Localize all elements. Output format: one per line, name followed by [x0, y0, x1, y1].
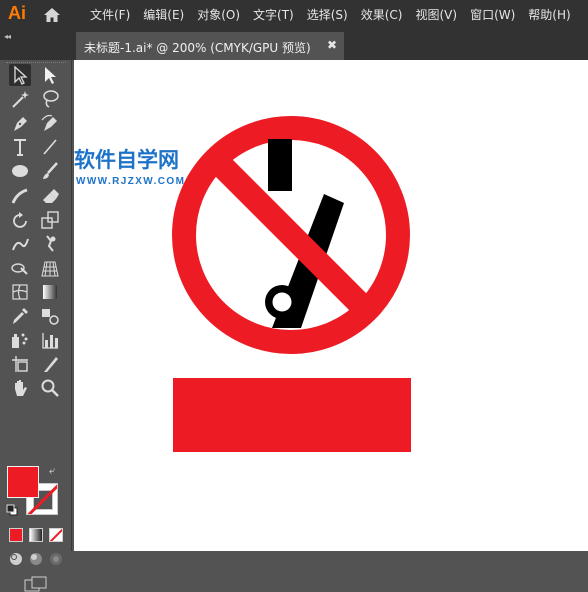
lasso-icon — [43, 90, 59, 108]
perspective-grid-icon — [41, 261, 59, 277]
app-logo: Ai — [8, 3, 26, 23]
menu-type[interactable]: 文字(T) — [253, 0, 294, 30]
symbol-sprayer-icon — [12, 333, 28, 349]
blend-tool[interactable] — [39, 305, 61, 327]
menu-file[interactable]: 文件(F) — [90, 0, 130, 30]
menu-edit[interactable]: 编辑(E) — [143, 0, 184, 30]
pen-tool[interactable] — [9, 112, 31, 134]
watermark-title: 软件自学网 — [74, 148, 179, 172]
direct-selection-tool[interactable] — [39, 64, 61, 86]
ellipse-icon — [12, 165, 28, 178]
menu-help[interactable]: 帮助(H) — [528, 0, 570, 30]
document-tab-bar: ◂◂ 未标题-1.ai* @ 200% (CMYK/GPU 预览) ✖ — [0, 30, 588, 60]
hand-tool[interactable] — [9, 377, 31, 399]
fill-color-swatch[interactable] — [7, 466, 39, 498]
none-mode-button[interactable] — [49, 528, 63, 542]
shape-builder-tool[interactable] — [9, 257, 31, 279]
artboard-tool[interactable] — [9, 353, 31, 375]
scale-icon — [41, 210, 59, 229]
eraser-icon — [43, 188, 59, 203]
blend-icon — [42, 309, 59, 325]
color-mode-button[interactable] — [9, 528, 23, 542]
menu-object[interactable]: 对象(O) — [197, 0, 240, 30]
curvature-icon — [41, 115, 57, 132]
menu-bar: Ai 文件(F) 编辑(E) 对象(O) 文字(T) 选择(S) 效果(C) 视… — [0, 0, 588, 30]
mesh-tool[interactable] — [9, 281, 31, 303]
switch-top-bar[interactable] — [268, 139, 292, 191]
shaper-tool[interactable] — [9, 185, 31, 207]
curvature-tool[interactable] — [39, 112, 61, 134]
scale-tool[interactable] — [39, 209, 61, 231]
selection-tool[interactable] — [9, 64, 31, 86]
eyedropper-icon — [13, 308, 28, 324]
zoom-icon — [41, 379, 59, 398]
menu-window[interactable]: 窗口(W) — [470, 0, 515, 30]
shape-builder-icon — [11, 263, 28, 275]
collapse-panel-icon[interactable]: ◂◂ — [4, 32, 11, 41]
artboard-icon — [12, 356, 28, 373]
default-colors-icon[interactable] — [6, 504, 18, 516]
mesh-icon — [12, 284, 28, 300]
eraser-tool[interactable] — [39, 185, 61, 207]
line-segment-icon — [43, 139, 57, 155]
puppet-warp-tool[interactable] — [39, 233, 61, 255]
magic-wand-icon — [12, 91, 29, 108]
draw-inside-icon[interactable] — [49, 552, 63, 566]
type-icon — [14, 139, 26, 157]
gradient-mode-button[interactable] — [29, 528, 43, 542]
watermark-url: WWW.RJZXW.COM — [76, 176, 186, 187]
gradient-tool[interactable] — [39, 281, 61, 303]
hand-icon — [15, 380, 27, 397]
warp-tool[interactable] — [9, 233, 31, 255]
symbol-sprayer-tool[interactable] — [9, 329, 31, 351]
menu-select[interactable]: 选择(S) — [307, 0, 348, 30]
menu-effect[interactable]: 效果(C) — [361, 0, 403, 30]
screen-mode-icon[interactable] — [24, 576, 48, 592]
slice-icon — [44, 357, 58, 373]
swap-fill-stroke-icon[interactable]: ⤶ — [49, 464, 55, 478]
switch-pivot-hole — [272, 292, 292, 312]
slice-tool[interactable] — [39, 353, 61, 375]
puppet-warp-icon — [46, 235, 56, 252]
shaper-icon — [11, 188, 28, 204]
document-tab-title: 未标题-1.ai* @ 200% (CMYK/GPU 预览) — [84, 41, 311, 55]
sign-text-panel[interactable] — [173, 378, 411, 452]
document-tab[interactable]: 未标题-1.ai* @ 200% (CMYK/GPU 预览) ✖ — [76, 32, 344, 60]
zoom-tool[interactable] — [39, 377, 61, 399]
ellipse-tool[interactable] — [9, 160, 31, 182]
paintbrush-icon — [43, 162, 58, 180]
draw-normal-icon[interactable] — [9, 552, 23, 566]
column-graph-tool[interactable] — [39, 329, 61, 351]
line-segment-tool[interactable] — [39, 136, 61, 158]
rotate-tool[interactable] — [9, 209, 31, 231]
rotate-icon — [13, 211, 27, 228]
tools-panel: ⤶ — [0, 60, 72, 592]
artwork — [172, 116, 411, 452]
artboard-canvas[interactable]: 软件自学网 WWW.RJZXW.COM — [74, 60, 588, 551]
type-tool[interactable] — [9, 136, 31, 158]
home-icon[interactable] — [43, 7, 61, 23]
magic-wand-tool[interactable] — [9, 88, 31, 110]
warp-icon — [12, 238, 29, 251]
perspective-grid-tool[interactable] — [39, 257, 61, 279]
direct-selection-icon — [45, 67, 56, 84]
draw-behind-icon[interactable] — [29, 552, 43, 566]
lasso-tool[interactable] — [39, 88, 61, 110]
menu-view[interactable]: 视图(V) — [415, 0, 457, 30]
selection-icon — [14, 65, 28, 85]
eyedropper-tool[interactable] — [9, 305, 31, 327]
close-tab-icon[interactable]: ✖ — [327, 38, 337, 52]
column-graph-icon — [42, 333, 58, 349]
gradient-icon — [43, 284, 57, 299]
pen-icon — [14, 117, 27, 132]
paintbrush-tool[interactable] — [39, 160, 61, 182]
